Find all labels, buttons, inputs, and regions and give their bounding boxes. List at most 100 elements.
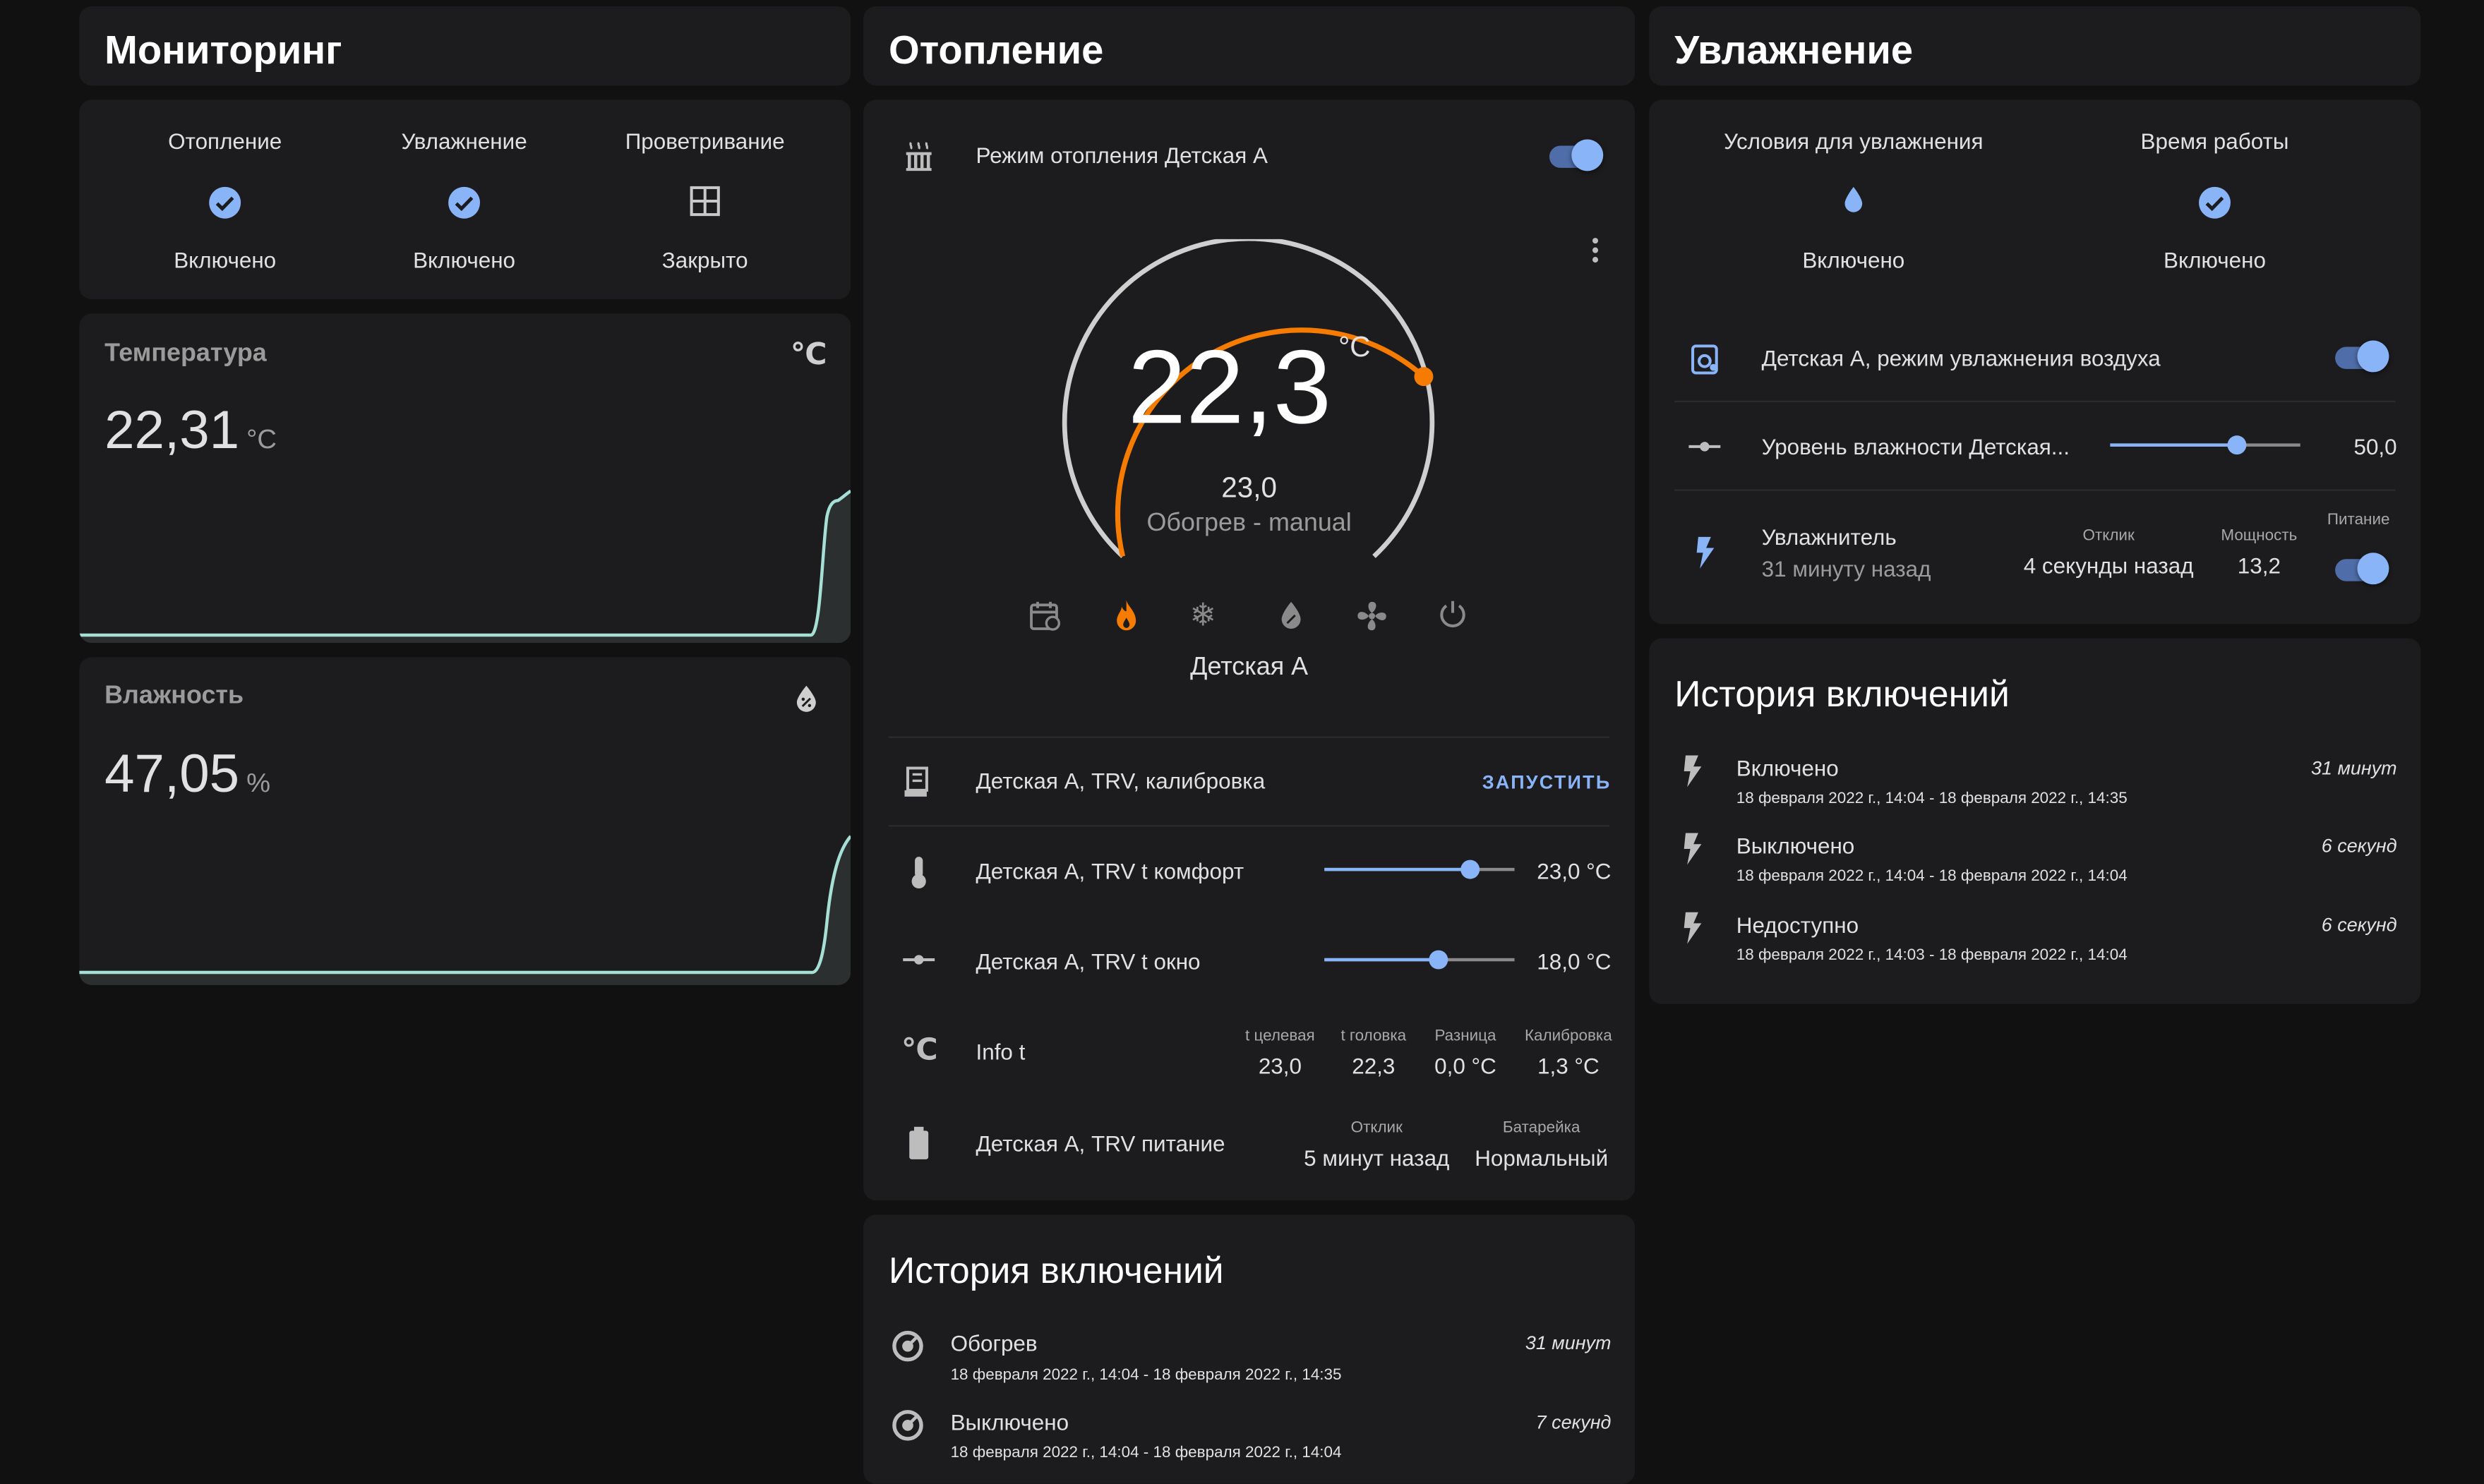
info-col-value: 23,0	[1258, 1053, 1302, 1079]
air-humidifier-icon	[1691, 344, 1718, 375]
radiator-icon	[906, 142, 932, 171]
power-col-head: Отклик	[1350, 1119, 1403, 1138]
history-duration: 6 секунд	[2321, 913, 2397, 936]
humidifier-power-head: Питание	[2327, 511, 2390, 529]
humidifier-col-head: Мощность	[2221, 527, 2298, 545]
ray-vertex-icon	[1688, 442, 1721, 452]
humidification-history-title: История включений	[1674, 672, 2010, 715]
humidifier-name: Увлажнитель	[1761, 524, 1897, 550]
comfort-label: Детская А, TRV t комфорт	[976, 858, 1244, 884]
info-col-head: Разница	[1434, 1027, 1496, 1046]
humidify-mode-toggle[interactable]	[2332, 340, 2389, 373]
humidification-header-card: Увлажнение	[1649, 6, 2421, 86]
status-heating[interactable]: Отопление Включено	[98, 125, 352, 283]
comfort-value: 23,0 °C	[1537, 858, 1612, 884]
flash-icon	[1684, 833, 1702, 865]
flash-icon	[1696, 536, 1715, 569]
status-humidify-conditions-value: Включено	[1802, 247, 1905, 273]
temperature-title: Температура	[104, 340, 267, 368]
divider	[889, 825, 1610, 827]
info-col-calibration: Калибровка 1,3 °C	[1513, 1028, 1624, 1079]
temperature-value: 22,31	[104, 400, 240, 462]
info-col-head: Калибровка	[1524, 1027, 1612, 1046]
radiator-valve-icon	[892, 1330, 923, 1362]
humidification-title: Увлажнение	[1674, 28, 1914, 73]
battery-icon	[909, 1126, 929, 1159]
heating-mode-toggle[interactable]	[1546, 139, 1604, 171]
script-icon	[904, 766, 928, 797]
status-heating-label: Отопление	[168, 128, 282, 154]
thermostat-target-value: 23,0	[1221, 471, 1277, 504]
humidify-mode-label: Детская А, режим увлажнения воздуха	[1761, 345, 2161, 371]
status-heating-value: Включено	[174, 247, 277, 273]
humidity-title: Влажность	[104, 682, 244, 710]
status-humidity[interactable]: Увлажнение Включено	[337, 125, 591, 283]
thermostat-action: Обогрев - manual	[1146, 509, 1352, 537]
water-percent-icon	[796, 685, 816, 712]
history-duration: 31 минут	[1525, 1332, 1612, 1354]
humidification-history-card: История включений Включено 18 февраля 20…	[1649, 638, 2421, 1004]
flash-icon	[1684, 755, 1702, 788]
history-range: 18 февраля 2022 г., 14:04 - 18 февраля 2…	[950, 1444, 1342, 1462]
humidifier-col-power: Мощность 13,2	[2212, 527, 2307, 578]
history-state: Выключено	[950, 1409, 1069, 1435]
window-temp-slider[interactable]	[1324, 947, 1515, 972]
history-duration: 6 секунд	[2321, 834, 2397, 857]
status-ventilation-value: Закрыто	[661, 247, 748, 273]
heating-title: Отопление	[889, 28, 1104, 73]
history-state: Включено	[1736, 755, 1839, 781]
status-ventilation[interactable]: Проветривание Закрыто	[578, 125, 832, 283]
history-state: Обогрев	[950, 1330, 1038, 1356]
info-col-value: 0,0 °C	[1434, 1053, 1496, 1079]
history-duration: 7 секунд	[1535, 1411, 1612, 1434]
humidifier-power-toggle[interactable]	[2332, 553, 2389, 585]
thermometer-icon	[911, 857, 926, 889]
more-vertical-icon[interactable]	[1589, 236, 1602, 264]
water-drop-icon	[1844, 186, 1863, 212]
status-humidity-label: Увлажнение	[401, 128, 527, 154]
info-col-value: 1,3 °C	[1537, 1053, 1600, 1079]
humidifier-col-value: 13,2	[2237, 553, 2281, 579]
humidifier-col-value: 4 секунды назад	[2023, 553, 2194, 579]
info-col-head: t головка	[1340, 1027, 1407, 1046]
history-range: 18 февраля 2022 г., 14:03 - 18 февраля 2…	[1736, 947, 2128, 965]
humidity-level-slider[interactable]	[2110, 433, 2300, 458]
power-col-value: 5 минут назад	[1304, 1145, 1450, 1171]
status-runtime-label: Время работы	[2140, 128, 2289, 154]
temperature-reading: 22,31 °C	[104, 401, 277, 463]
status-runtime-value: Включено	[2164, 247, 2267, 273]
info-col-value: 22,3	[1352, 1053, 1396, 1079]
monitoring-title: Мониторинг	[104, 28, 342, 73]
status-humidify-conditions-label: Условия для увлажнения	[1724, 128, 1984, 154]
heating-history-card: История включений Обогрев 18 февраля 202…	[863, 1214, 1636, 1484]
humidity-level-label: Уровень влажности Детская...	[1761, 433, 2070, 459]
divider	[889, 736, 1610, 738]
calibration-run-button[interactable]: ЗАПУСТИТЬ	[1465, 771, 1611, 793]
fan-icon[interactable]	[1355, 598, 1389, 633]
info-label: Info t	[976, 1039, 1026, 1065]
status-humidify-conditions[interactable]: Условия для увлажнения Включено	[1687, 125, 2020, 283]
temperature-sensor-card[interactable]: Температура ℃ 22,31 °C	[79, 313, 851, 644]
window-temp-label: Детская А, TRV t окно	[976, 948, 1201, 975]
check-circle-icon	[448, 186, 481, 219]
water-percent-icon[interactable]	[1278, 601, 1304, 631]
fire-icon[interactable]	[1112, 598, 1140, 633]
divider	[1674, 489, 2396, 491]
calendar-sync-icon[interactable]	[1028, 598, 1063, 633]
heating-mode-label: Режим отопления Детская А	[976, 142, 1268, 168]
radiator-valve-icon	[892, 1410, 923, 1441]
status-humidity-value: Включено	[413, 247, 516, 273]
heating-header-card: Отопление	[863, 6, 1636, 86]
power-icon[interactable]	[1437, 598, 1469, 630]
comfort-slider[interactable]	[1324, 857, 1515, 882]
humidity-sparkline	[79, 835, 851, 985]
history-duration: 31 минут	[2311, 756, 2397, 780]
power-label: Детская А, TRV питание	[976, 1130, 1225, 1157]
check-circle-icon	[2199, 186, 2231, 219]
history-range: 18 февраля 2022 г., 14:04 - 18 февраля 2…	[1736, 867, 2128, 886]
status-runtime[interactable]: Время работы Включено	[2048, 125, 2381, 283]
humidity-sensor-card[interactable]: Влажность 47,05 %	[79, 657, 851, 985]
window-icon	[690, 186, 720, 217]
humidifier-col-head: Отклик	[2082, 527, 2135, 545]
snowflake-icon[interactable]: ❄	[1189, 596, 1216, 635]
